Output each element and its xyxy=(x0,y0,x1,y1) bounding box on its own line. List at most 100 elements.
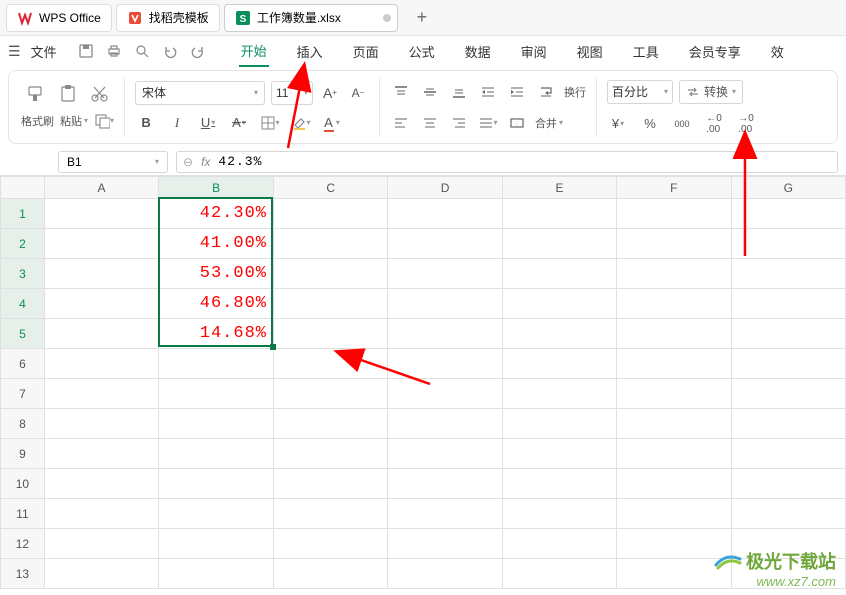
border-button[interactable]: ▾ xyxy=(259,112,281,134)
cell-G5[interactable] xyxy=(731,319,845,349)
row-header-10[interactable]: 10 xyxy=(1,469,45,499)
cell-G1[interactable] xyxy=(731,199,845,229)
cell-C4[interactable] xyxy=(273,289,387,319)
cell-D4[interactable] xyxy=(388,289,502,319)
cell-G4[interactable] xyxy=(731,289,845,319)
cell-A4[interactable] xyxy=(44,289,158,319)
app-home-tab[interactable]: WPS Office xyxy=(6,4,112,32)
number-format-select[interactable]: 百分比▾ xyxy=(607,80,673,104)
undo-icon[interactable] xyxy=(161,42,179,60)
align-bottom-icon[interactable] xyxy=(448,81,470,103)
cell-B9[interactable] xyxy=(159,439,274,469)
cell-A10[interactable] xyxy=(44,469,158,499)
cell-G8[interactable] xyxy=(731,409,845,439)
cell-E9[interactable] xyxy=(502,439,616,469)
cell-F9[interactable] xyxy=(617,439,731,469)
cell-E11[interactable] xyxy=(502,499,616,529)
align-center-icon[interactable] xyxy=(419,112,441,134)
wrap-text-icon[interactable] xyxy=(535,81,557,103)
cell-A1[interactable] xyxy=(44,199,158,229)
col-header-D[interactable]: D xyxy=(388,177,502,199)
cell-E13[interactable] xyxy=(502,559,616,589)
row-header-11[interactable]: 11 xyxy=(1,499,45,529)
cell-B12[interactable] xyxy=(159,529,274,559)
col-header-F[interactable]: F xyxy=(617,177,731,199)
cancel-formula-icon[interactable]: ⊖ xyxy=(183,155,193,169)
col-header-A[interactable]: A xyxy=(44,177,158,199)
document-tab[interactable]: S 工作簿数量.xlsx xyxy=(224,4,398,32)
font-color-button[interactable]: A▾ xyxy=(321,112,343,134)
row-header-5[interactable]: 5 xyxy=(1,319,45,349)
comma-icon[interactable]: 000 xyxy=(671,113,693,135)
row-header-13[interactable]: 13 xyxy=(1,559,45,589)
cell-G11[interactable] xyxy=(731,499,845,529)
menu-review[interactable]: 审阅 xyxy=(519,37,549,66)
row-header-2[interactable]: 2 xyxy=(1,229,45,259)
cell-B5[interactable]: 14.68% xyxy=(159,319,274,349)
decrease-indent-icon[interactable] xyxy=(477,81,499,103)
cell-A11[interactable] xyxy=(44,499,158,529)
formula-input[interactable]: ⊖ fx 42.3% xyxy=(176,151,838,173)
cell-F7[interactable] xyxy=(617,379,731,409)
cell-F8[interactable] xyxy=(617,409,731,439)
cell-C5[interactable] xyxy=(273,319,387,349)
cell-A3[interactable] xyxy=(44,259,158,289)
row-header-8[interactable]: 8 xyxy=(1,409,45,439)
cell-E12[interactable] xyxy=(502,529,616,559)
cell-B1[interactable]: 42.30% xyxy=(159,199,274,229)
copy-icon[interactable]: ▾ xyxy=(94,109,114,133)
cell-B13[interactable] xyxy=(159,559,274,589)
col-header-C[interactable]: C xyxy=(273,177,387,199)
print-icon[interactable] xyxy=(105,42,123,60)
cell-D9[interactable] xyxy=(388,439,502,469)
name-box[interactable]: B1 ▾ xyxy=(58,151,168,173)
align-left-icon[interactable] xyxy=(390,112,412,134)
cell-B11[interactable] xyxy=(159,499,274,529)
cell-F6[interactable] xyxy=(617,349,731,379)
col-header-G[interactable]: G xyxy=(731,177,845,199)
row-header-4[interactable]: 4 xyxy=(1,289,45,319)
cell-E6[interactable] xyxy=(502,349,616,379)
select-all-corner[interactable] xyxy=(1,177,45,199)
cell-B7[interactable] xyxy=(159,379,274,409)
save-icon[interactable] xyxy=(77,42,95,60)
cell-A12[interactable] xyxy=(44,529,158,559)
cell-E10[interactable] xyxy=(502,469,616,499)
cell-C11[interactable] xyxy=(273,499,387,529)
cell-E4[interactable] xyxy=(502,289,616,319)
cell-D2[interactable] xyxy=(388,229,502,259)
fill-color-button[interactable]: ▾ xyxy=(290,112,312,134)
cell-B8[interactable] xyxy=(159,409,274,439)
spreadsheet-grid[interactable]: ABCDEFG142.30%241.00%353.00%446.80%514.6… xyxy=(0,176,846,589)
template-tab[interactable]: 找稻壳模板 xyxy=(116,4,220,32)
cell-B10[interactable] xyxy=(159,469,274,499)
row-header-1[interactable]: 1 xyxy=(1,199,45,229)
cell-C9[interactable] xyxy=(273,439,387,469)
cell-C7[interactable] xyxy=(273,379,387,409)
convert-button[interactable]: 转换▾ xyxy=(679,80,743,104)
cell-C6[interactable] xyxy=(273,349,387,379)
cell-B4[interactable]: 46.80% xyxy=(159,289,274,319)
cell-D6[interactable] xyxy=(388,349,502,379)
menu-tools[interactable]: 工具 xyxy=(631,37,661,66)
font-size-select[interactable]: 11▾ xyxy=(271,81,313,105)
currency-icon[interactable]: ¥▾ xyxy=(607,113,629,135)
cell-D10[interactable] xyxy=(388,469,502,499)
col-header-E[interactable]: E xyxy=(502,177,616,199)
cell-D11[interactable] xyxy=(388,499,502,529)
cell-D12[interactable] xyxy=(388,529,502,559)
cell-G3[interactable] xyxy=(731,259,845,289)
cell-F10[interactable] xyxy=(617,469,731,499)
row-header-6[interactable]: 6 xyxy=(1,349,45,379)
row-header-9[interactable]: 9 xyxy=(1,439,45,469)
cell-A5[interactable] xyxy=(44,319,158,349)
cell-C2[interactable] xyxy=(273,229,387,259)
cell-B2[interactable]: 41.00% xyxy=(159,229,274,259)
increase-font-icon[interactable]: A+ xyxy=(319,82,341,104)
menu-data[interactable]: 数据 xyxy=(463,37,493,66)
percent-icon[interactable]: % xyxy=(639,113,661,135)
cell-F1[interactable] xyxy=(617,199,731,229)
row-header-12[interactable]: 12 xyxy=(1,529,45,559)
close-tab-icon[interactable] xyxy=(383,14,391,22)
cell-E5[interactable] xyxy=(502,319,616,349)
